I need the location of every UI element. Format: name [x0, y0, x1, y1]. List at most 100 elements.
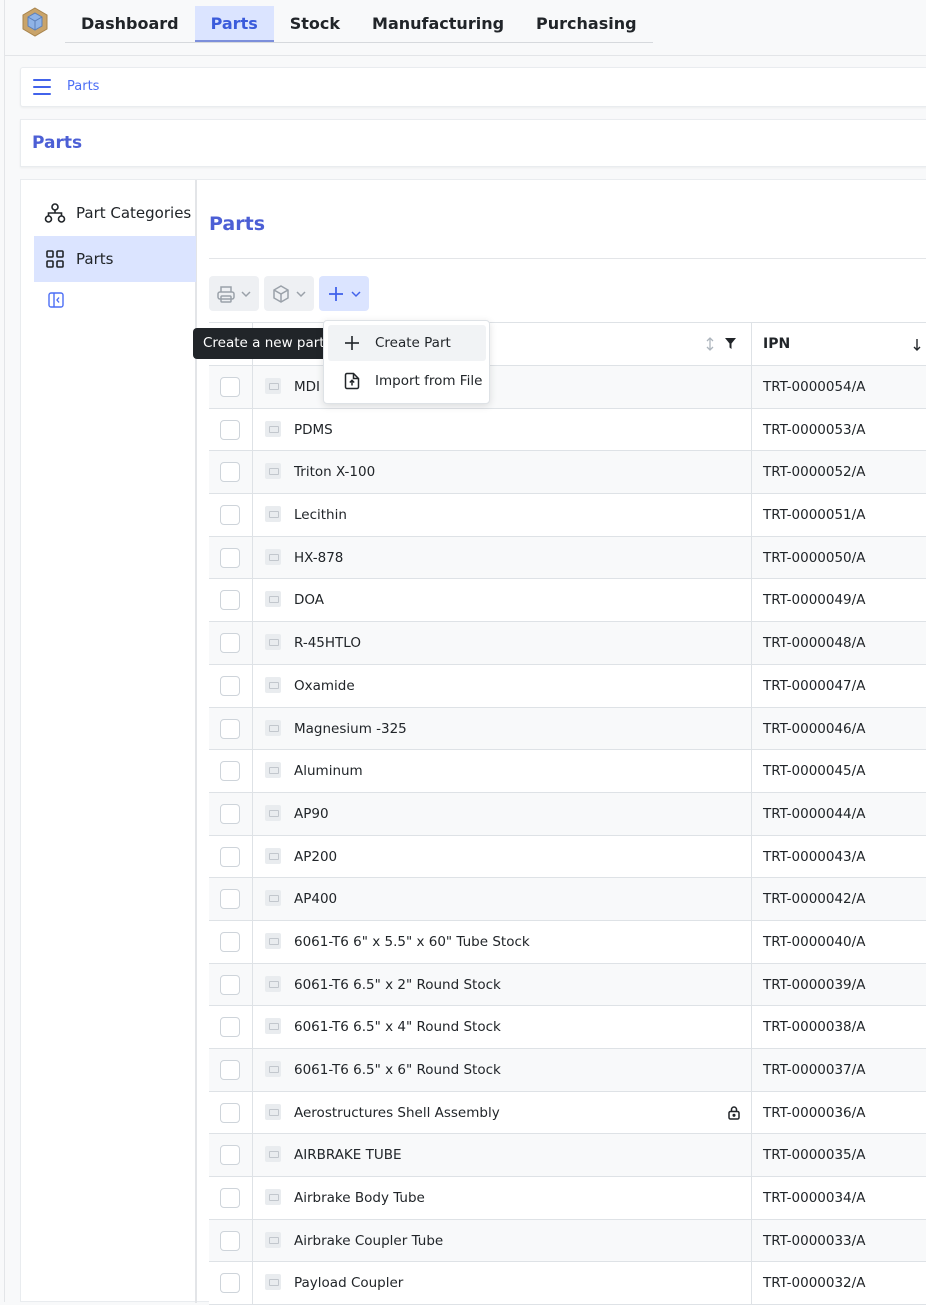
column-header-ipn[interactable]: IPN	[763, 336, 790, 352]
table-row[interactable]: PDMS TRT-0000053/A	[209, 408, 926, 452]
row-checkbox[interactable]	[220, 590, 240, 611]
part-name[interactable]: MDI	[294, 379, 320, 395]
part-name[interactable]: 6061-T6 6.5" x 4" Round Stock	[294, 1019, 501, 1035]
row-checkbox[interactable]	[220, 505, 240, 526]
table-row[interactable]: AP90 TRT-0000044/A	[209, 792, 926, 836]
add-part-button[interactable]	[319, 276, 369, 311]
part-name[interactable]: HX-878	[294, 550, 343, 566]
row-checkbox[interactable]	[220, 1230, 240, 1251]
part-name[interactable]: AP90	[294, 806, 329, 822]
row-checkbox[interactable]	[220, 1102, 240, 1123]
table-row[interactable]: AP400 TRT-0000042/A	[209, 878, 926, 921]
part-name[interactable]: Airbrake Coupler Tube	[294, 1233, 443, 1249]
sort-icon[interactable]	[704, 337, 716, 351]
printer-icon	[217, 285, 235, 303]
part-ipn: TRT-0000053/A	[763, 421, 866, 438]
table-row[interactable]: Oxamide TRT-0000047/A	[209, 664, 926, 708]
row-checkbox[interactable]	[220, 761, 240, 782]
part-thumbnail-icon	[265, 1189, 281, 1206]
part-ipn: TRT-0000054/A	[763, 379, 866, 395]
part-name[interactable]: PDMS	[294, 422, 333, 438]
main-tabs: Dashboard Parts Stock Manufacturing Purc…	[65, 6, 653, 43]
row-checkbox[interactable]	[220, 1188, 240, 1209]
table-row[interactable]: Aerostructures Shell Assembly TRT-0000036…	[209, 1091, 926, 1135]
table-row[interactable]: Triton X-100 TRT-0000052/A	[209, 451, 926, 495]
part-name[interactable]: 6061-T6 6.5" x 6" Round Stock	[294, 1062, 501, 1078]
part-name[interactable]: AIRBRAKE TUBE	[294, 1147, 402, 1163]
part-thumbnail-icon	[265, 548, 281, 565]
part-name[interactable]: Triton X-100	[294, 464, 375, 480]
table-row[interactable]: 6061-T6 6" x 5.5" x 60" Tube Stock TRT-00…	[209, 920, 926, 964]
table-row[interactable]: 6061-T6 6.5" x 4" Round Stock TRT-0000038…	[209, 1006, 926, 1049]
breadcrumb-item-parts[interactable]: Parts	[67, 79, 99, 94]
tab-dashboard[interactable]: Dashboard	[65, 6, 195, 42]
filter-icon[interactable]	[724, 337, 737, 350]
part-name[interactable]: AP400	[294, 891, 337, 907]
table-row[interactable]: Magnesium -325 TRT-0000046/A	[209, 707, 926, 751]
sidebar-item-part-categories[interactable]: Part Categories	[34, 190, 196, 236]
row-checkbox[interactable]	[220, 803, 240, 824]
part-ipn: TRT-0000043/A	[763, 848, 866, 865]
panel-title: Parts	[209, 213, 265, 235]
create-part-menu-item[interactable]: Create Part	[328, 325, 486, 361]
table-row[interactable]: MDI TRT-0000054/A	[209, 366, 926, 409]
table-row[interactable]: 6061-T6 6.5" x 2" Round Stock TRT-0000039…	[209, 963, 926, 1007]
part-thumbnail-icon	[265, 762, 281, 779]
row-checkbox[interactable]	[220, 1273, 240, 1294]
part-name[interactable]: Magnesium -325	[294, 721, 407, 737]
part-thumbnail-icon	[265, 1231, 281, 1248]
part-thumbnail-icon	[265, 932, 281, 949]
menu-icon[interactable]	[33, 79, 51, 95]
row-checkbox[interactable]	[220, 931, 240, 952]
row-checkbox[interactable]	[220, 974, 240, 995]
table-row[interactable]: Airbrake Coupler Tube TRT-0000033/A	[209, 1219, 926, 1263]
row-checkbox[interactable]	[220, 377, 240, 397]
part-name[interactable]: DOA	[294, 592, 324, 608]
row-checkbox[interactable]	[220, 419, 240, 440]
table-row[interactable]: AIRBRAKE TUBE TRT-0000035/A	[209, 1134, 926, 1178]
row-checkbox[interactable]	[220, 889, 240, 910]
tab-parts[interactable]: Parts	[194, 6, 274, 42]
tab-stock[interactable]: Stock	[274, 6, 356, 42]
table-row[interactable]: AP200 TRT-0000043/A	[209, 835, 926, 879]
barcode-actions-button[interactable]	[264, 276, 314, 311]
part-name[interactable]: Aluminum	[294, 763, 363, 779]
table-row[interactable]: HX-878 TRT-0000050/A	[209, 536, 926, 580]
inventree-logo-icon[interactable]	[21, 7, 49, 37]
row-checkbox[interactable]	[220, 547, 240, 568]
row-checkbox[interactable]	[220, 718, 240, 739]
tab-purchasing[interactable]: Purchasing	[520, 6, 653, 42]
table-row[interactable]: R-45HTLO TRT-0000048/A	[209, 622, 926, 665]
part-name[interactable]: R-45HTLO	[294, 635, 361, 651]
part-name[interactable]: 6061-T6 6" x 5.5" x 60" Tube Stock	[294, 934, 530, 950]
table-row[interactable]: Lecithin TRT-0000051/A	[209, 494, 926, 537]
top-navbar: Dashboard Parts Stock Manufacturing Purc…	[5, 0, 926, 56]
table-row[interactable]: 6061-T6 6.5" x 6" Round Stock TRT-0000037…	[209, 1049, 926, 1092]
sort-desc-icon[interactable]	[912, 338, 922, 351]
table-row[interactable]: Aluminum TRT-0000045/A	[209, 750, 926, 793]
table-row[interactable]: DOA TRT-0000049/A	[209, 579, 926, 623]
row-checkbox[interactable]	[220, 675, 240, 696]
row-checkbox[interactable]	[220, 462, 240, 483]
print-menu-button[interactable]	[209, 276, 259, 311]
part-name[interactable]: Lecithin	[294, 507, 347, 523]
row-checkbox[interactable]	[220, 633, 240, 654]
add-part-menu: Create Part Import from File	[323, 320, 490, 404]
table-row[interactable]: Airbrake Body Tube TRT-0000034/A	[209, 1177, 926, 1220]
part-name[interactable]: 6061-T6 6.5" x 2" Round Stock	[294, 977, 501, 993]
row-checkbox[interactable]	[220, 1145, 240, 1166]
sidebar-item-parts[interactable]: Parts	[34, 236, 196, 282]
row-checkbox[interactable]	[220, 1060, 240, 1080]
row-checkbox[interactable]	[220, 846, 240, 867]
import-from-file-menu-item[interactable]: Import from File	[328, 363, 486, 399]
table-row[interactable]: Payload Coupler TRT-0000032/A	[209, 1262, 926, 1305]
collapse-sidebar-icon[interactable]	[47, 291, 65, 309]
part-name[interactable]: AP200	[294, 849, 337, 865]
part-name[interactable]: Oxamide	[294, 678, 355, 694]
row-checkbox[interactable]	[220, 1017, 240, 1038]
part-ipn: TRT-0000049/A	[763, 592, 866, 609]
tab-manufacturing[interactable]: Manufacturing	[356, 6, 520, 42]
part-name[interactable]: Airbrake Body Tube	[294, 1190, 425, 1206]
part-name[interactable]: Aerostructures Shell Assembly	[294, 1105, 500, 1121]
part-name[interactable]: Payload Coupler	[294, 1275, 403, 1291]
